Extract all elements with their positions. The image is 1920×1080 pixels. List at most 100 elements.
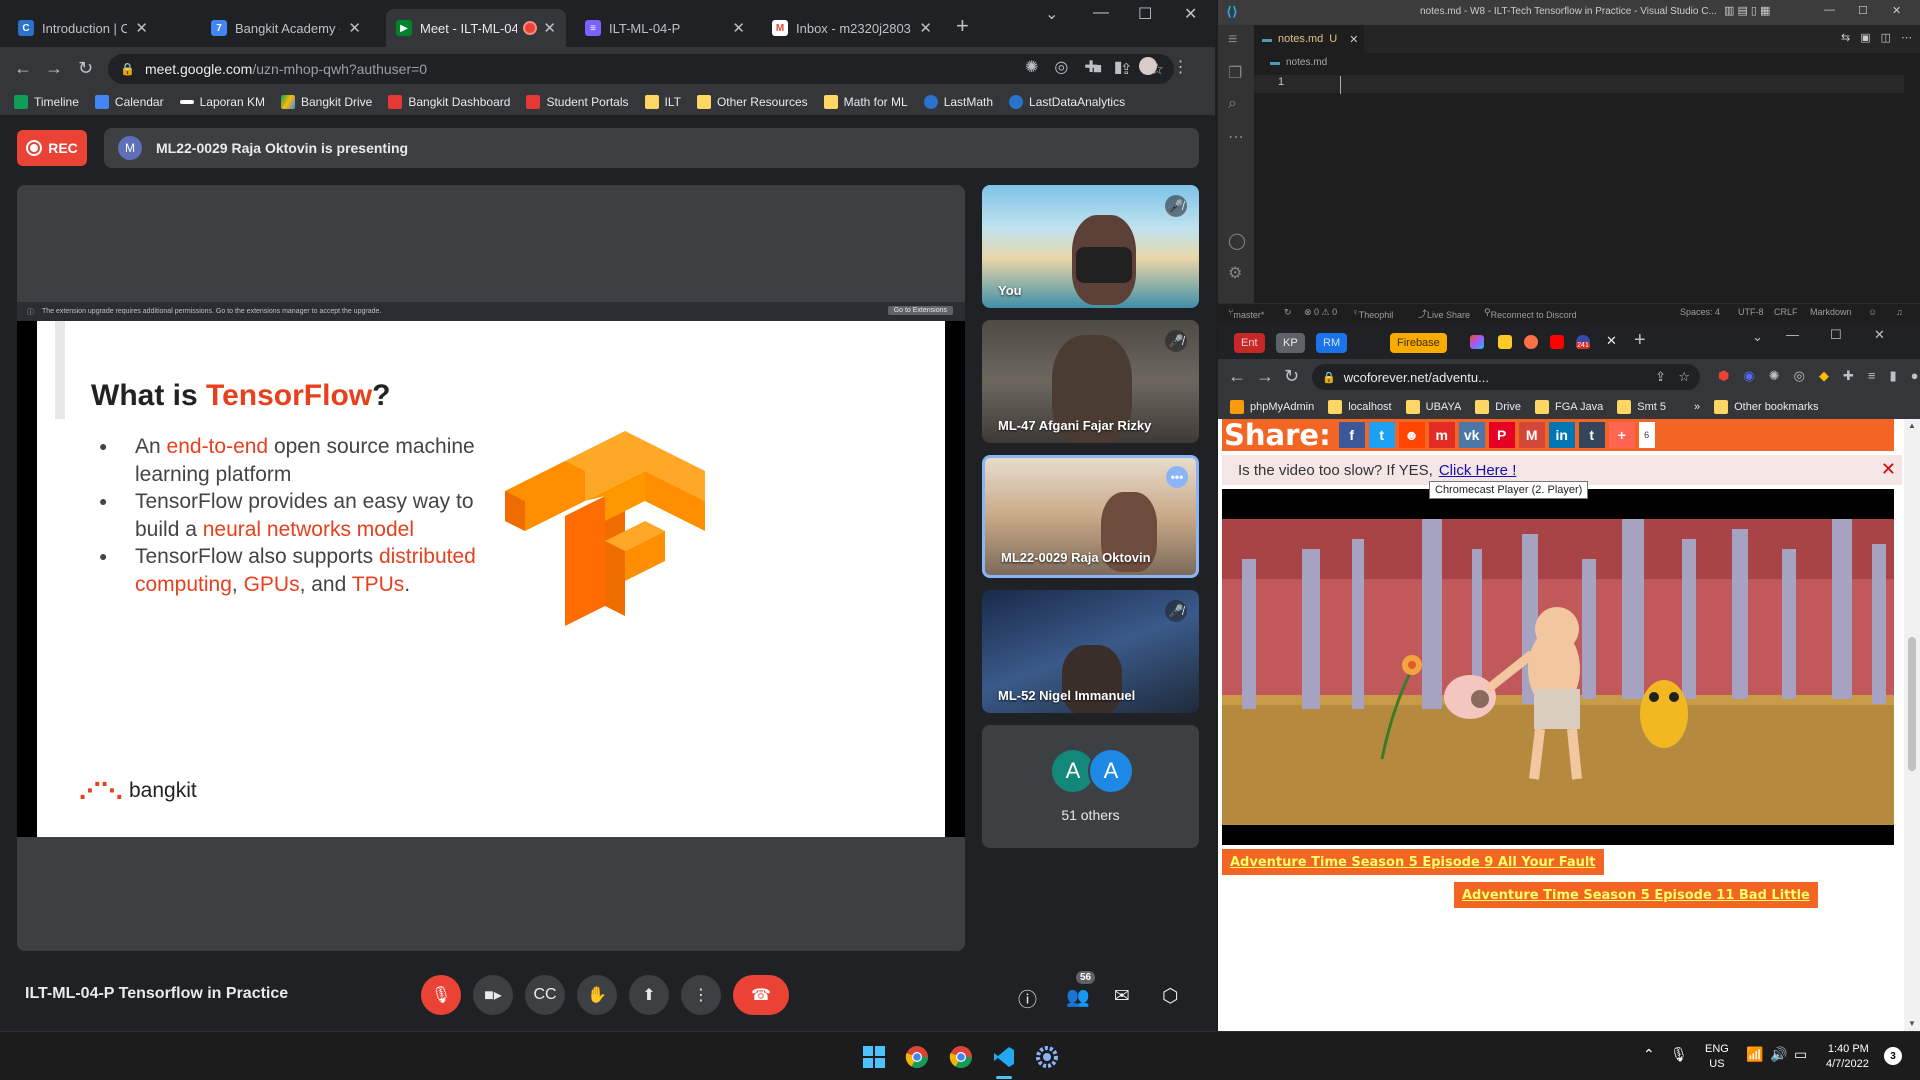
discord-icon[interactable]: ◉ xyxy=(1743,368,1754,384)
tab-group-ent[interactable]: Ent xyxy=(1234,333,1265,353)
linkedin-icon[interactable]: in xyxy=(1548,422,1575,448)
language-indicator[interactable]: ENG US xyxy=(1705,1042,1729,1072)
previous-episode-button[interactable]: Adventure Time Season 5 Episode 9 All Yo… xyxy=(1222,849,1604,875)
split-editor-icon[interactable]: ◫ xyxy=(1881,31,1891,44)
puzzle-icon[interactable]: ✚ xyxy=(1084,57,1097,77)
mic-toggle-button[interactable]: 🎙 xyxy=(421,975,461,1015)
profile-avatar[interactable] xyxy=(1138,57,1157,75)
close-tab-icon[interactable]: ✕ xyxy=(135,19,148,37)
layout-icon[interactable]: ▥ ▤ ▯ ▦ xyxy=(1724,4,1770,17)
page-scrollbar[interactable]: ▲ ▼ xyxy=(1904,419,1920,1031)
sidepanel-icon[interactable]: ▮ xyxy=(1114,57,1123,77)
tab-search-icon[interactable]: ⌄ xyxy=(1045,4,1058,24)
discord-button[interactable]: ⚲ Reconnect to Discord xyxy=(1484,307,1577,320)
sidepanel-icon[interactable]: ▮ xyxy=(1889,368,1896,384)
bookmark-bangkit-dashboard[interactable]: Bangkit Dashboard xyxy=(388,95,510,109)
profile-avatar[interactable]: ● xyxy=(1911,368,1919,384)
close-window-icon[interactable]: ✕ xyxy=(1874,327,1885,343)
vk-icon[interactable]: vk xyxy=(1458,422,1485,448)
live-share-button[interactable]: ⤴ Live Share xyxy=(1418,307,1470,320)
bookmark-calendar[interactable]: Calendar xyxy=(94,95,164,109)
close-tab-icon[interactable]: ✕ xyxy=(732,19,745,37)
wifi-icon[interactable]: 📶 xyxy=(1746,1046,1763,1063)
notification-badge[interactable]: 3 xyxy=(1884,1047,1902,1065)
bookmark-folder-math-for-ml[interactable]: Math for ML xyxy=(823,95,908,109)
captions-button[interactable]: CC xyxy=(525,975,565,1015)
participant-tile-you[interactable]: 🎤̸ You xyxy=(982,185,1199,308)
settings-icon[interactable] xyxy=(1034,1044,1060,1070)
scrollbar-thumb[interactable] xyxy=(1908,637,1916,771)
others-tile[interactable]: A A 51 others xyxy=(982,725,1199,848)
user-indicator[interactable]: ♀ Theophil xyxy=(1352,307,1393,320)
participant-tile-raja[interactable]: ••• ML22-0029 Raja Oktovin xyxy=(982,455,1199,578)
sync-icon[interactable]: ↻ xyxy=(1284,307,1292,318)
eol-indicator[interactable]: CRLF xyxy=(1774,307,1798,317)
mix-icon[interactable]: m xyxy=(1428,422,1455,448)
menu-icon[interactable]: ≡ xyxy=(1228,31,1237,49)
minimize-icon[interactable]: — xyxy=(1093,4,1109,22)
close-tab-icon[interactable]: ✕ xyxy=(919,19,932,37)
clock[interactable]: 1:40 PM 4/7/2022 xyxy=(1826,1042,1869,1072)
tab-coursera[interactable]: C Introduction | Coursera ✕ xyxy=(8,9,158,47)
breadcrumb-item[interactable]: notes.md xyxy=(1286,57,1327,68)
back-icon[interactable]: ← xyxy=(1228,366,1246,387)
meeting-details-icon[interactable]: ⓘ xyxy=(1018,985,1037,1012)
extension-icon[interactable]: ◎ xyxy=(1794,368,1805,384)
maximize-icon[interactable]: ☐ xyxy=(1138,4,1152,24)
participant-tile-afgani[interactable]: 🎤̸ ML-47 Afgani Fajar Rizky xyxy=(982,320,1199,443)
bookmark-student-portals[interactable]: Student Portals xyxy=(526,95,629,109)
fire-icon[interactable] xyxy=(1524,335,1538,349)
editor-area[interactable]: 1 xyxy=(1254,71,1920,303)
bell-icon[interactable]: ♫ xyxy=(1896,307,1903,317)
scroll-up-icon[interactable]: ▲ xyxy=(1908,421,1916,430)
start-icon[interactable] xyxy=(861,1044,887,1070)
problems-indicator[interactable]: ⊗ 0 ⚠ 0 xyxy=(1304,307,1337,318)
extension-icon[interactable]: ⬢ xyxy=(1718,368,1729,384)
volume-icon[interactable]: 🔊 xyxy=(1770,1046,1787,1063)
tab-gmail[interactable]: M Inbox - m2320j2803@ ✕ xyxy=(762,9,942,47)
bookmark-star-icon[interactable]: ☆ xyxy=(1678,369,1690,385)
bookmark-folder-other-resources[interactable]: Other Resources xyxy=(696,95,808,109)
explorer-icon[interactable]: ❐ xyxy=(1228,63,1242,83)
activities-icon[interactable]: ⬡ xyxy=(1162,985,1179,1008)
close-window-icon[interactable]: ✕ xyxy=(1184,4,1197,24)
bookmark-folder-ilt[interactable]: ILT xyxy=(644,95,681,109)
tab-group-kp[interactable]: KP xyxy=(1276,333,1305,353)
extension-icon[interactable]: ◎ xyxy=(1054,57,1068,77)
chat-icon[interactable]: ✉ xyxy=(1114,985,1130,1008)
bookmarks-overflow-icon[interactable]: » xyxy=(1694,401,1700,413)
next-episode-button[interactable]: Adventure Time Season 5 Episode 11 Bad L… xyxy=(1454,882,1818,908)
tab-search-icon[interactable]: ⌄ xyxy=(1752,329,1763,345)
forward-icon[interactable]: → xyxy=(45,58,63,79)
new-tab-icon[interactable]: + xyxy=(1634,329,1646,352)
compare-icon[interactable]: ⇆ xyxy=(1841,31,1850,44)
microphone-icon[interactable]: 🎙 xyxy=(1670,1046,1688,1063)
close-icon[interactable]: ✕ xyxy=(1881,459,1896,480)
bookmark-smt5[interactable]: Smt 5 xyxy=(1617,400,1666,414)
minimize-icon[interactable]: — xyxy=(1824,4,1835,16)
bookmark-timeline[interactable]: Timeline xyxy=(14,95,79,109)
close-window-icon[interactable]: ✕ xyxy=(1892,4,1901,17)
bookmark-localhost[interactable]: localhost xyxy=(1328,400,1392,414)
chrome-icon[interactable] xyxy=(948,1044,974,1070)
reddit-icon[interactable]: ☻ xyxy=(1398,422,1425,448)
puzzle-icon[interactable]: ✚ xyxy=(1843,368,1854,384)
gmail-icon[interactable]: M xyxy=(1518,422,1545,448)
reload-icon[interactable]: ↻ xyxy=(78,58,93,79)
tab-bangkit-calendar[interactable]: 7 Bangkit Academy - Cal ✕ xyxy=(201,9,371,47)
tab-group-rm[interactable]: RM xyxy=(1316,333,1348,353)
minimize-icon[interactable]: — xyxy=(1786,327,1799,342)
bookmark-bangkit-drive[interactable]: Bangkit Drive xyxy=(280,95,372,109)
media-icon[interactable]: ≡ xyxy=(1868,368,1876,384)
bookmark-ubaya[interactable]: UBAYA xyxy=(1405,400,1461,414)
pinterest-icon[interactable]: P xyxy=(1488,422,1515,448)
git-branch[interactable]: ⑂ master* xyxy=(1228,307,1264,320)
address-bar[interactable]: 🔒 wcoforever.net/adventu... ⇪ ☆ xyxy=(1312,364,1700,390)
twitter-icon[interactable]: t xyxy=(1368,422,1395,448)
tray-overflow-icon[interactable]: ⌃ xyxy=(1643,1046,1655,1063)
camera-toggle-button[interactable]: ■▸ xyxy=(473,975,513,1015)
maximize-icon[interactable]: ☐ xyxy=(1858,4,1868,17)
close-tab-icon[interactable]: ✕ xyxy=(348,19,361,37)
firebase-icon[interactable] xyxy=(1498,335,1512,349)
bookmark-other-bookmarks[interactable]: Other bookmarks xyxy=(1714,400,1819,414)
